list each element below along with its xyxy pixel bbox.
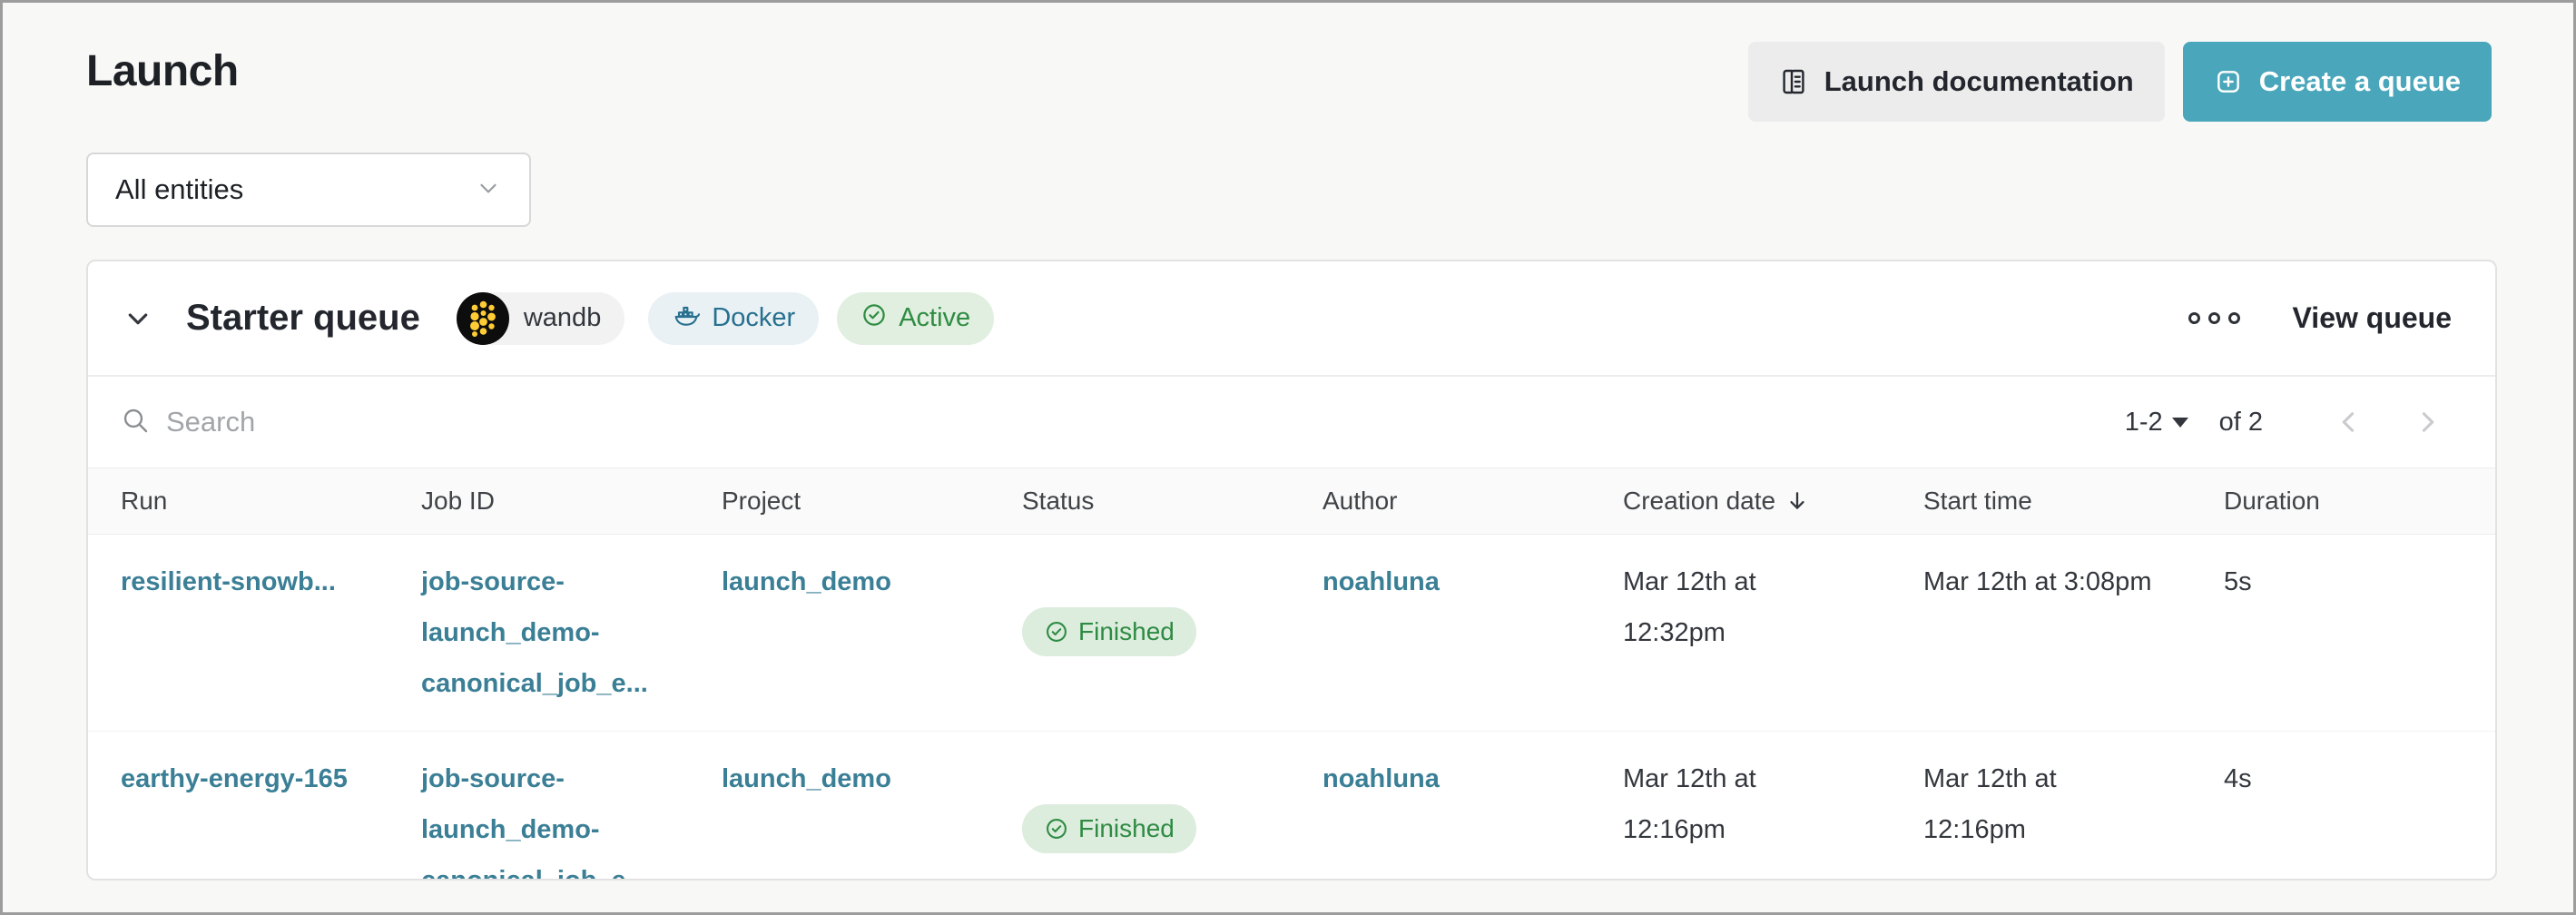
next-page-button[interactable] [2406, 401, 2448, 443]
chevron-right-icon [2412, 407, 2443, 438]
column-header-job-id[interactable]: Job ID [421, 487, 722, 516]
entity-filter-dropdown[interactable]: All entities [86, 152, 531, 227]
chevron-down-icon [475, 174, 502, 206]
status-cell: Finished [1022, 556, 1322, 662]
chevron-left-icon [2334, 407, 2365, 438]
chevron-down-icon [121, 301, 155, 336]
start-time-cell: Mar 12th at 3:08pm [1923, 556, 2224, 607]
column-header-duration[interactable]: Duration [2224, 487, 2463, 516]
page-title: Launch [86, 46, 239, 96]
author-link[interactable]: noahluna [1322, 556, 1623, 607]
project-link[interactable]: launch_demo [722, 556, 1022, 607]
queue-card: Starter queue wandb [86, 260, 2497, 881]
docker-icon [672, 300, 701, 337]
overflow-menu-button[interactable] [2179, 303, 2249, 333]
status-badge-active: Active [837, 292, 994, 345]
dot-icon [2208, 312, 2220, 324]
create-queue-button[interactable]: Create a queue [2183, 42, 2492, 122]
author-link[interactable]: noahluna [1322, 753, 1623, 804]
entity-filter-value: All entities [115, 173, 243, 206]
job-id-link[interactable]: job-source- launch_demo- canonical_job_e… [421, 556, 722, 709]
entity-name: wandb [524, 303, 601, 333]
dot-icon [2228, 312, 2240, 324]
caret-down-icon [2172, 418, 2188, 428]
launch-page: Launch Launch documentation [0, 0, 2576, 915]
pagination: 1-2 of 2 [2125, 401, 2448, 443]
view-queue-button[interactable]: View queue [2293, 301, 2452, 335]
plus-square-icon [2214, 67, 2243, 96]
start-time-cell: Mar 12th at 12:16pm [1923, 753, 2224, 855]
run-link[interactable]: earthy-energy-165 [121, 753, 421, 804]
check-circle-icon [1044, 619, 1069, 644]
creation-date-cell: Mar 12th at 12:32pm [1623, 556, 1923, 658]
duration-cell: 5s [2224, 556, 2463, 607]
search-input[interactable] [166, 406, 711, 438]
status-badge-finished: Finished [1022, 607, 1196, 656]
header-actions: Launch documentation Create a queue [1748, 42, 2492, 122]
check-circle-icon [1044, 816, 1069, 841]
job-id-link[interactable]: job-source- launch_demo- canonical_job_e… [421, 753, 722, 881]
project-link[interactable]: launch_demo [722, 753, 1022, 804]
table-header-row: Run Job ID Project Status Author Creatio… [88, 467, 2495, 535]
check-circle-icon [860, 301, 888, 336]
column-header-status[interactable]: Status [1022, 487, 1322, 516]
search-box [121, 406, 2125, 439]
status-cell: Finished [1022, 753, 1322, 859]
run-link[interactable]: resilient-snowb... [121, 556, 421, 607]
column-header-author[interactable]: Author [1322, 487, 1623, 516]
search-icon [121, 406, 150, 439]
documentation-icon [1779, 67, 1808, 96]
collapse-queue-button[interactable] [121, 301, 155, 336]
entity-pill[interactable]: wandb [457, 292, 624, 345]
queue-name: Starter queue [186, 298, 420, 339]
queue-header: Starter queue wandb [88, 261, 2495, 377]
status-badge-finished: Finished [1022, 804, 1196, 853]
wandb-logo-icon [457, 292, 509, 345]
table-toolbar: 1-2 of 2 [88, 377, 2495, 467]
queue-status-label: Active [899, 303, 970, 333]
creation-date-cell: Mar 12th at 12:16pm [1623, 753, 1923, 855]
resource-badge-docker: Docker [648, 292, 819, 345]
sort-descending-icon [1785, 488, 1810, 514]
launch-documentation-label: Launch documentation [1824, 65, 2134, 98]
table-row: resilient-snowb... job-source- launch_de… [88, 535, 2495, 731]
column-header-start-time[interactable]: Start time [1923, 487, 2224, 516]
previous-page-button[interactable] [2328, 401, 2370, 443]
column-header-run[interactable]: Run [121, 487, 421, 516]
table-row: earthy-energy-165 job-source- launch_dem… [88, 731, 2495, 881]
dot-icon [2188, 312, 2200, 324]
column-header-project[interactable]: Project [722, 487, 1022, 516]
resource-badge-label: Docker [712, 303, 795, 333]
column-header-creation-date[interactable]: Creation date [1623, 487, 1923, 516]
page-range-value: 1-2 [2125, 408, 2163, 438]
launch-documentation-button[interactable]: Launch documentation [1748, 42, 2165, 122]
duration-cell: 4s [2224, 753, 2463, 804]
page-range-dropdown[interactable]: 1-2 [2125, 408, 2188, 438]
page-total: of 2 [2219, 408, 2263, 438]
create-queue-label: Create a queue [2259, 65, 2461, 98]
